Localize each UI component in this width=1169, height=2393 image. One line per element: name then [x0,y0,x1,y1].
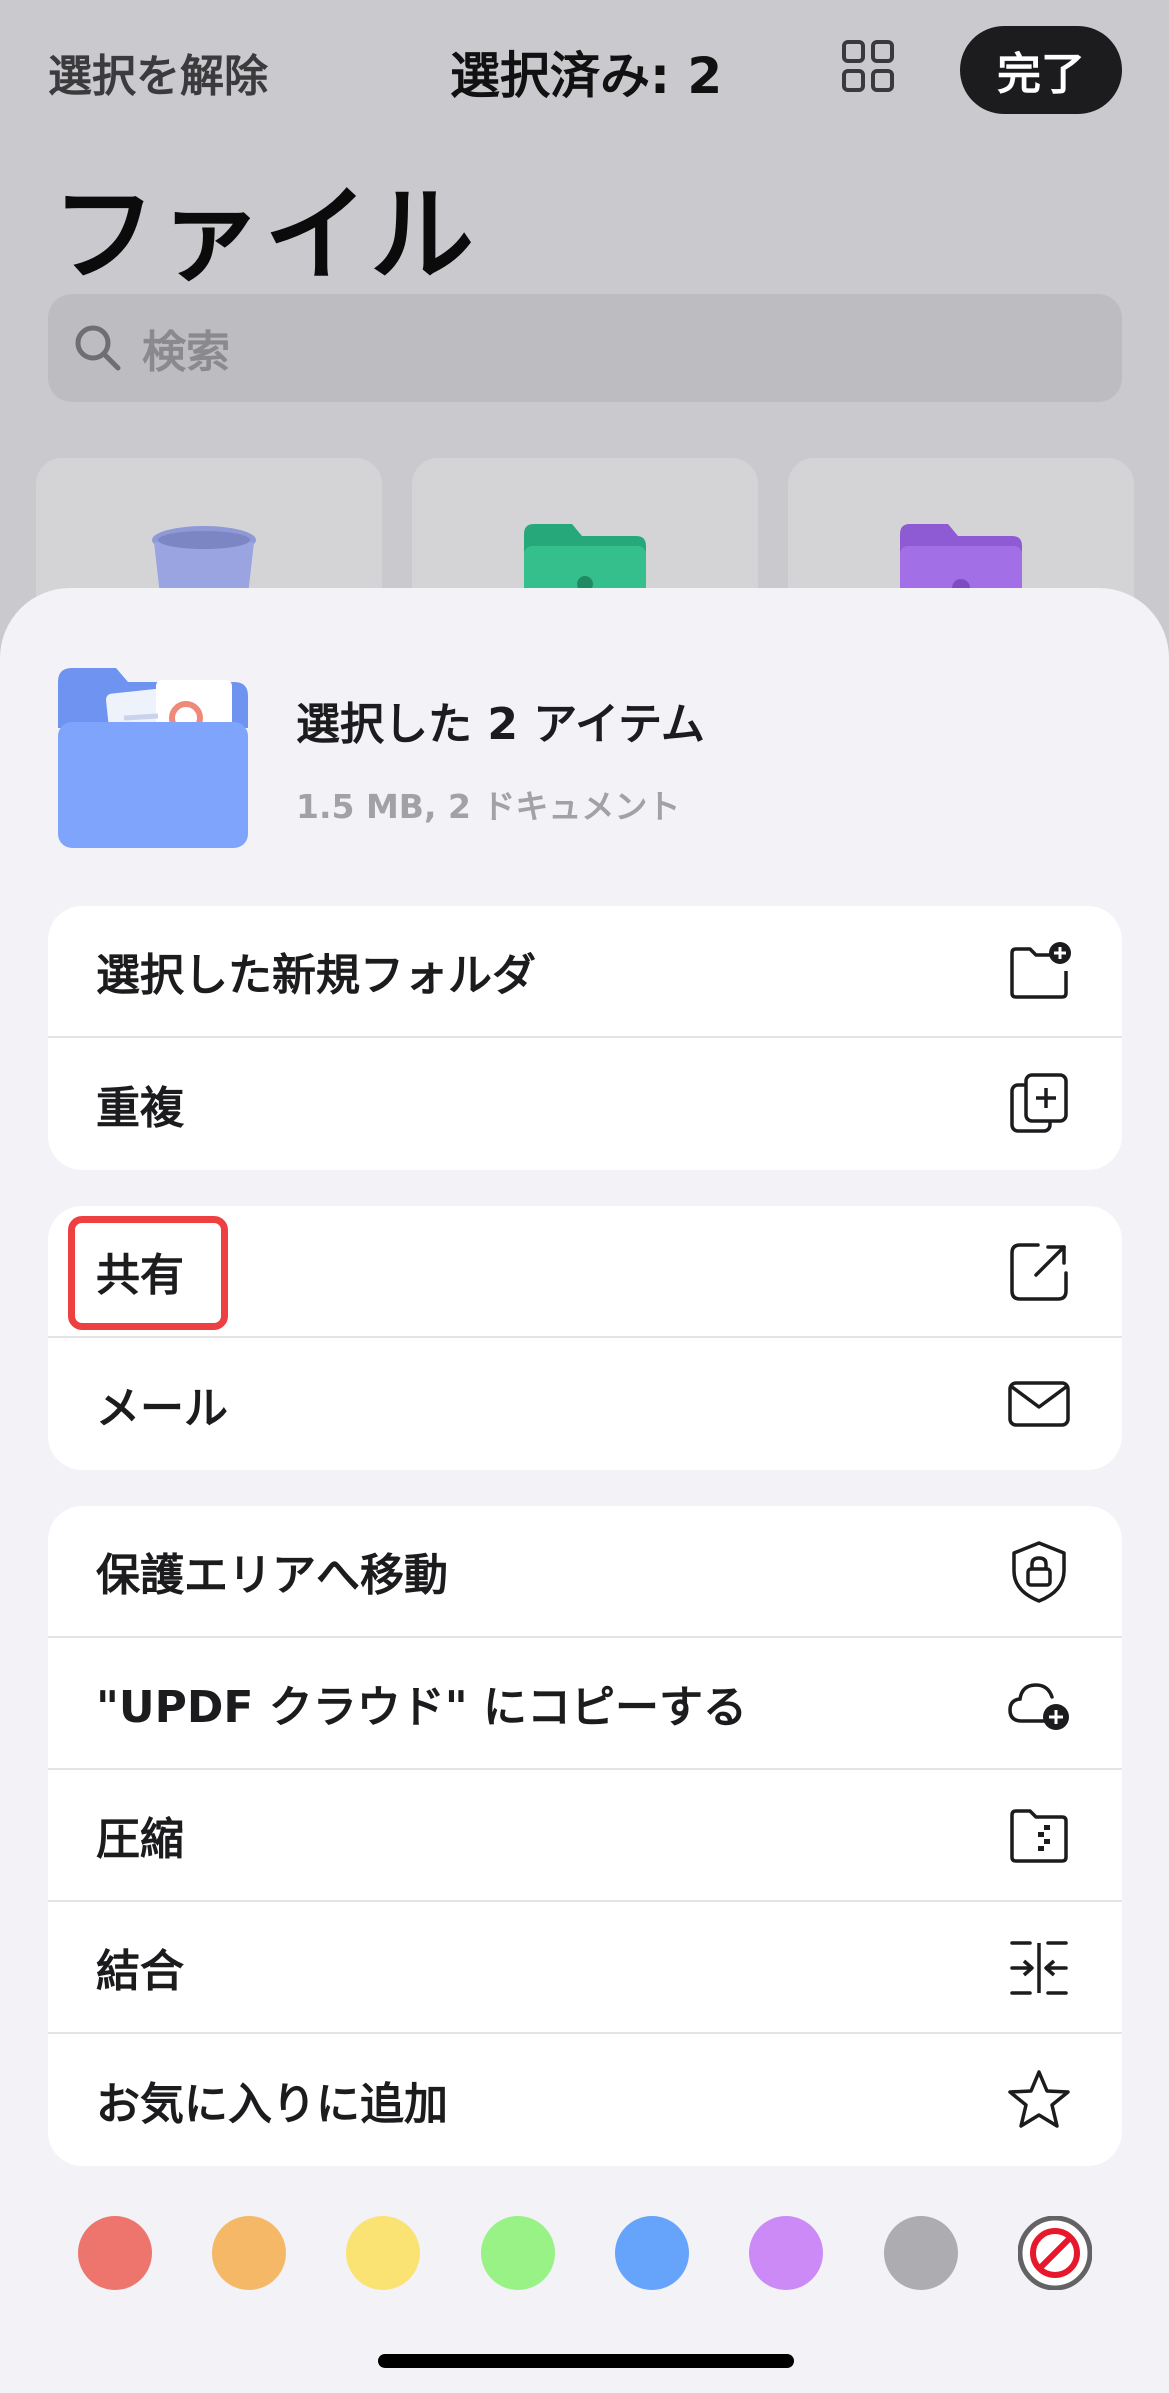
selection-subtitle: 1.5 MB, 2 ドキュメント [296,787,681,826]
no-entry-icon [1017,2215,1093,2291]
color-tag-blue[interactable] [615,2216,689,2290]
color-tag-orange[interactable] [212,2216,286,2290]
row-label: 重複 [96,1083,184,1134]
page-title: ファイル [52,174,477,296]
zip-folder-icon [1010,1809,1068,1863]
copy-to-updf-cloud-row[interactable]: "UPDF クラウド" にコピーする [48,1638,1122,1770]
folder-plus-icon [1010,942,1071,999]
search-input[interactable]: 検索 [142,316,230,380]
home-indicator [378,2354,794,2368]
move-to-secure-area-row[interactable]: 保護エリアへ移動 [48,1506,1122,1638]
merge-row[interactable]: 結合 [48,1902,1122,2034]
done-button[interactable]: 完了 [960,26,1122,114]
color-tag-gray[interactable] [884,2216,958,2290]
grid-view-icon[interactable] [838,36,898,96]
row-label: 結合 [96,1946,184,1997]
mail-icon [1008,1381,1070,1427]
highlight-box [68,1216,228,1330]
duplicate-row[interactable]: 重複 [48,1038,1122,1170]
row-label: 保護エリアへ移動 [96,1550,448,1601]
share-icon [1010,1243,1068,1301]
color-tag-green[interactable] [481,2216,555,2290]
selection-title: 選択した 2 アイテム [296,699,705,750]
row-label: 圧縮 [96,1814,184,1865]
share-row[interactable]: 共有 [48,1206,1122,1338]
new-folder-from-selection-row[interactable]: 選択した新規フォルダ [48,906,1122,1038]
cloud-plus-icon [1008,1683,1069,1730]
action-sheet: 選択した 2 アイテム 1.5 MB, 2 ドキュメント 選択した新規フォルダ … [0,588,1169,2393]
color-tag-red[interactable] [78,2216,152,2290]
search-bar[interactable]: 検索 [48,294,1122,402]
duplicate-icon [1010,1073,1068,1133]
star-icon [1008,2070,1070,2128]
color-tag-purple[interactable] [749,2216,823,2290]
action-group-more: 保護エリアへ移動 "UPDF クラウド" にコピーする 圧縮 結合 お気に入りに… [48,1506,1122,2166]
selected-files-folder-icon [58,668,248,848]
selection-count-title: 選択済み: 2 [450,47,723,105]
action-group-folder: 選択した新規フォルダ 重複 [48,906,1122,1170]
add-to-favorites-row[interactable]: お気に入りに追加 [48,2034,1122,2166]
row-label: "UPDF クラウド" にコピーする [96,1682,748,1733]
row-label: お気に入りに追加 [96,2079,448,2130]
deselect-button[interactable]: 選択を解除 [48,40,268,104]
row-label: メール [96,1383,228,1434]
color-tag-row [78,2215,1098,2291]
row-label: 選択した新規フォルダ [96,950,536,1001]
merge-icon [1010,1941,1068,1995]
compress-row[interactable]: 圧縮 [48,1770,1122,1902]
search-icon [75,325,121,371]
action-group-share: 共有 メール [48,1206,1122,1470]
no-color-tag-button[interactable] [1017,2215,1093,2291]
color-tag-yellow[interactable] [346,2216,420,2290]
shield-lock-icon [1012,1541,1066,1603]
mail-row[interactable]: メール [48,1338,1122,1470]
